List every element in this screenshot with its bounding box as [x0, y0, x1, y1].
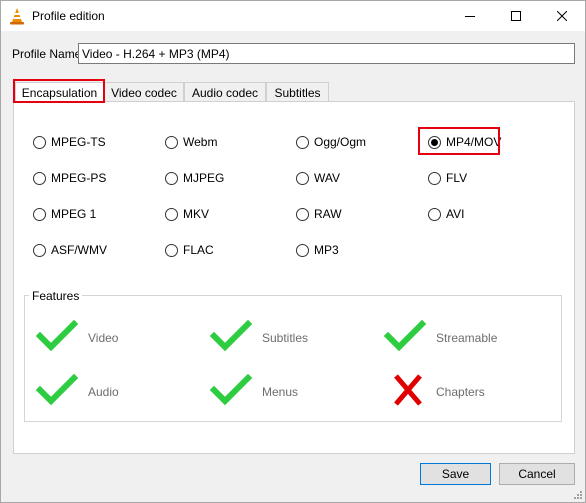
maximize-button[interactable]: [493, 1, 539, 31]
profile-edition-window: Profile edition Profile Name Encapsulati…: [0, 0, 586, 503]
vlc-cone-icon: [10, 8, 24, 25]
radio-label: RAW: [314, 207, 342, 221]
close-icon: [557, 11, 567, 21]
minimize-icon: [465, 16, 475, 17]
radio-webm[interactable]: Webm: [165, 134, 217, 150]
radio-label: Ogg/Ogm: [314, 135, 367, 149]
radio-button-icon: [428, 171, 441, 185]
window-title: Profile edition: [32, 9, 105, 23]
radio-button-icon: [33, 243, 46, 257]
tab-subtitles[interactable]: Subtitles: [266, 82, 329, 102]
radio-label: AVI: [446, 207, 465, 221]
radio-mjpeg[interactable]: MJPEG: [165, 170, 224, 186]
radio-label: FLV: [446, 171, 468, 185]
tab-audio-codec[interactable]: Audio codec: [184, 82, 266, 102]
radio-button-icon: [165, 243, 178, 257]
radio-button-icon: [296, 135, 309, 149]
close-button[interactable]: [539, 1, 585, 31]
radio-raw[interactable]: RAW: [296, 206, 342, 222]
feature-label-streamable: Streamable: [436, 331, 498, 345]
features-group: [24, 295, 562, 422]
tab-label: Audio codec: [191, 86, 259, 100]
minimize-button[interactable]: [447, 1, 493, 31]
features-title: Features: [29, 289, 83, 303]
checkmark-icon: [210, 373, 253, 406]
radio-mpeg-ts[interactable]: MPEG-TS: [33, 134, 106, 150]
radio-label: MP3: [314, 243, 339, 257]
checkmark-icon: [36, 319, 79, 352]
radio-button-icon: [33, 171, 46, 185]
radio-mkv[interactable]: MKV: [165, 206, 209, 222]
radio-mpeg-1[interactable]: MPEG 1: [33, 206, 96, 222]
checkmark-icon: [210, 319, 253, 352]
radio-button-icon: [165, 171, 178, 185]
radio-button-icon: [428, 207, 441, 221]
radio-avi[interactable]: AVI: [428, 206, 464, 222]
radio-label: MKV: [183, 207, 210, 221]
cancel-button[interactable]: Cancel: [499, 463, 575, 485]
checkmark-icon: [36, 373, 79, 406]
radio-button-icon: [33, 135, 46, 149]
save-button[interactable]: Save: [420, 463, 491, 485]
feature-label-subtitles: Subtitles: [262, 331, 309, 345]
radio-label: FLAC: [183, 243, 214, 257]
feature-label-video: Video: [88, 331, 119, 345]
radio-button-icon: [33, 207, 46, 221]
profile-name-label: Profile Name: [12, 47, 82, 61]
radio-asf-wmv[interactable]: ASF/WMV: [33, 242, 107, 258]
radio-button-icon: [165, 207, 178, 221]
radio-label: MPEG-PS: [51, 171, 107, 185]
radio-label: MPEG 1: [51, 207, 97, 221]
tab-label: Subtitles: [274, 86, 321, 100]
tab-video-codec[interactable]: Video codec: [104, 82, 184, 102]
radio-button-icon: [296, 243, 309, 257]
feature-label-audio: Audio: [88, 385, 119, 399]
radio-flac[interactable]: FLAC: [165, 242, 214, 258]
radio-label: Webm: [183, 135, 218, 149]
feature-label-chapters: Chapters: [436, 385, 485, 399]
radio-label: ASF/WMV: [51, 243, 107, 257]
title-bar: Profile edition: [1, 1, 585, 31]
radio-mp3[interactable]: MP3: [296, 242, 339, 258]
radio-mpeg-ps[interactable]: MPEG-PS: [33, 170, 106, 186]
maximize-icon: [511, 11, 521, 21]
radio-label: MJPEG: [183, 171, 225, 185]
checkmark-icon: [384, 319, 427, 352]
tab-label: Video codec: [111, 86, 177, 100]
radio-button-icon: [165, 135, 178, 149]
radio-wav[interactable]: WAV: [296, 170, 340, 186]
radio-button-icon: [296, 207, 309, 221]
radio-label: WAV: [314, 171, 340, 185]
radio-flv[interactable]: FLV: [428, 170, 467, 186]
radio-button-icon: [296, 171, 309, 185]
resize-grip-icon[interactable]: [573, 490, 583, 500]
radio-label: MPEG-TS: [51, 135, 106, 149]
mp4-mov-highlight: [418, 127, 500, 155]
encapsulation-tab-highlight: [13, 79, 105, 103]
profile-name-input[interactable]: [78, 43, 575, 64]
radio-ogg-ogm[interactable]: Ogg/Ogm: [296, 134, 366, 150]
feature-label-menus: Menus: [262, 385, 299, 399]
cross-icon: [394, 374, 422, 406]
